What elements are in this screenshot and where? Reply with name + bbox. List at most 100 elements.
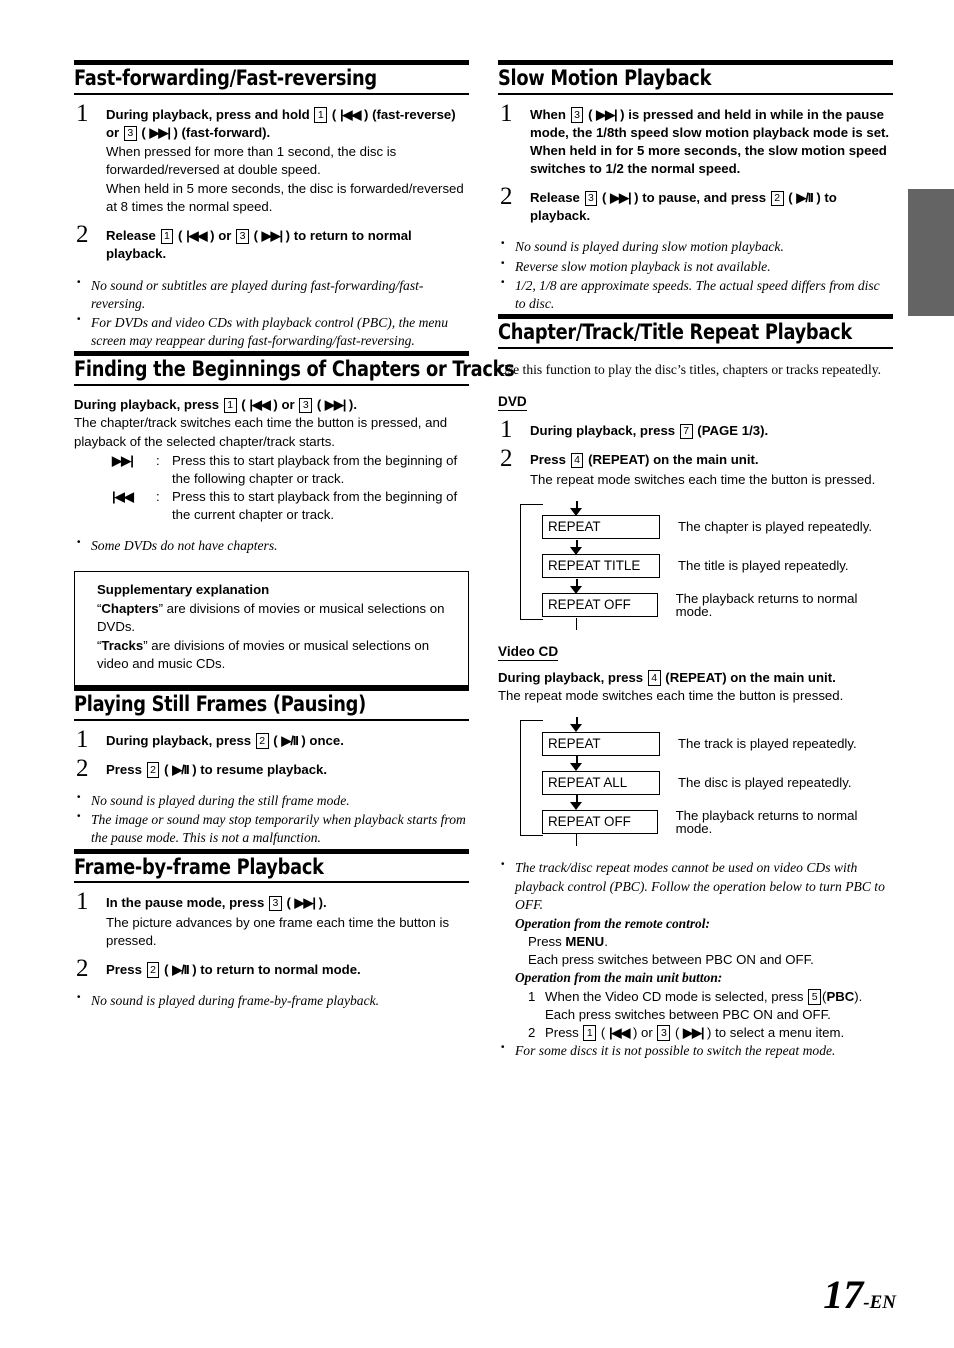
flow-return-stem [576,617,577,630]
symbol-definition-row: |◀◀: Press this to start playback from th… [112,488,469,524]
subhead-video-cd: Video CD [498,643,559,661]
flow-mode-box: REPEAT OFF [542,810,658,834]
note-item: 1/2, 1/8 are approximate speeds. The act… [498,276,893,313]
section-title: Fast-forwarding/Fast-reversing [74,66,377,91]
section-heading-slow-motion: Slow Motion Playback [498,60,893,95]
notes-list: No sound is played during the still fram… [74,791,469,848]
flow-row: REPEAT TITLE The title is played repeated… [542,554,893,579]
heading-rule-bottom [74,384,469,387]
note-item: No sound is played during slow motion pl… [498,237,893,256]
flow-mode-description: The chapter is played repeatedly. [678,519,873,535]
step-detail: The repeat mode switches each time the b… [530,471,876,487]
pbc-operation-block: Operation from the remote control: Press … [498,915,893,1042]
step: 2 Release 3 ( ▶▶| ) to pause, and press 2… [498,184,893,225]
note-item: Some DVDs do not have chapters. [74,536,469,555]
step-number: 2 [500,183,513,211]
key-badge: 3 [236,228,249,245]
heading-rule-top [498,314,893,320]
key-badge: 3 [299,397,313,414]
flow-mode-box: REPEAT OFF [542,593,658,617]
notes-list: Some DVDs do not have chapters. [74,536,469,555]
step: 1 During playback, press 2 ( ▶/II ) once. [74,727,469,752]
flow-arrow-head [570,507,583,516]
step-number: 1 [76,725,89,753]
operation-item-text: Press 1 ( |◀◀ ) or 3 ( ▶▶| ) to select a… [545,1024,845,1041]
note-item: No sound or subtitles are played during … [74,276,469,313]
flow-mode-description: The playback returns to normal mode. [675,807,858,836]
operation-item-number: 2 [528,1024,536,1040]
flow-arrow-head [570,546,583,555]
step: 2 Press 2 ( ▶/II ) to resume playback. [74,756,469,781]
operation-unit-heading: Operation from the main unit button: [515,970,723,986]
step: 1 During playback, press and hold 1 ( |◀◀… [74,101,469,216]
page-thumb-tab [908,189,954,316]
operation-unit-item: 1 When the Video CD mode is selected, pre… [515,988,893,1024]
section-heading-still-frames: Playing Still Frames (Pausing) [74,685,469,721]
key-badge: 4 [570,452,584,469]
transport-symbol: |◀◀ [112,489,134,505]
step-instruction: Press 2 ( ▶/II ) to return to normal mod… [106,961,361,978]
flow-loop-line [520,503,543,620]
flow-mode-box: REPEAT TITLE [542,554,660,578]
step-detail: When held in 5 more seconds, the disc is… [106,181,464,215]
step-number: 1 [500,416,513,444]
repeat-flow-diagram-videocd: REPEAT The track is played repeatedly. REP… [520,717,893,847]
key-badge: 2 [146,962,160,978]
transport-symbol: |◀◀ [608,1024,631,1040]
notes-list: No sound is played during slow motion pl… [498,237,893,313]
step-instruction: Release 3 ( ▶▶| ) to pause, and press 2 … [530,190,837,224]
flow-arrow-head [570,763,583,772]
flow-return-tail [542,834,893,847]
right-column: Slow Motion Playback 1 When 3 ( ▶▶| ) is p… [498,60,893,1061]
flow-arrow-head [570,724,583,733]
flow-arrow [542,756,660,772]
key-badge: 7 [679,423,693,440]
step-instruction: During playback, press 7 (PAGE 1/3). [530,423,769,440]
step-instruction: When 3 ( ▶▶| ) is pressed and held in wh… [530,106,890,141]
emphasis: PBC [826,988,855,1004]
note-item: The image or sound may stop temporarily … [74,810,469,847]
heading-rule-bottom [498,92,893,95]
heading-rule-bottom [74,718,469,721]
transport-symbol: ▶▶| [596,106,618,122]
emphasis: PAGE 1/3 [701,423,761,439]
dvd-subhead-wrap: DVD [498,380,893,412]
emphasis: REPEAT [669,669,723,685]
step-number: 1 [500,99,513,127]
heading-rule-top [74,60,469,65]
flow-loop-line [520,720,543,837]
flow-return-tail [542,617,893,630]
flow-arrow [542,539,660,555]
video-cd-body: The repeat mode switches each time the b… [498,687,844,703]
step-number: 2 [76,954,89,982]
step-detail: The picture advances by one frame each t… [106,914,450,948]
key-badge: 1 [583,1025,597,1041]
repeat-flow-diagram-dvd: REPEAT The chapter is played repeatedly. R… [520,500,893,630]
step-number: 1 [76,888,89,916]
flow-return-stem [576,834,577,847]
flow-mode-description: The disc is played repeatedly. [678,775,852,791]
section-heading-repeat-playback: Chapter/Track/Title Repeat Playback [498,314,893,350]
manual-page: Fast-forwarding/Fast-reversing 1 During pl… [0,0,954,1348]
flow-row: REPEAT OFF The playback returns to normal… [542,807,893,836]
operation-unit-item: 2 Press 1 ( |◀◀ ) or 3 ( ▶▶| ) to select … [515,1024,893,1042]
key-badge: 5 [808,989,822,1005]
operation-remote-line-1: Press MENU. [528,934,608,950]
symbol-description: Press this to start playback from the be… [172,452,458,486]
page-number: 17-EN [823,1271,896,1318]
key-badge: 3 [123,125,137,142]
heading-rule-bottom [498,347,893,350]
page-number-suffix: -EN [863,1292,896,1313]
step-number: 2 [76,754,89,782]
flow-mode-box: REPEAT [542,732,660,756]
section-title: Slow Motion Playback [498,66,712,91]
note-item: No sound is played during the still fram… [74,791,469,810]
operation-remote-heading: Operation from the remote control: [515,916,710,932]
emphasis: MENU [565,934,605,950]
key-badge: 2 [255,733,269,749]
flow-row: REPEAT OFF The playback returns to normal… [542,592,893,618]
video-cd-instruction: During playback, press 4 (REPEAT) on the… [498,669,836,686]
videocd-subhead-wrap: Video CD [498,630,893,661]
symbol-description: Press this to start playback from the be… [172,489,458,523]
transport-symbol: |◀◀ [339,106,362,122]
